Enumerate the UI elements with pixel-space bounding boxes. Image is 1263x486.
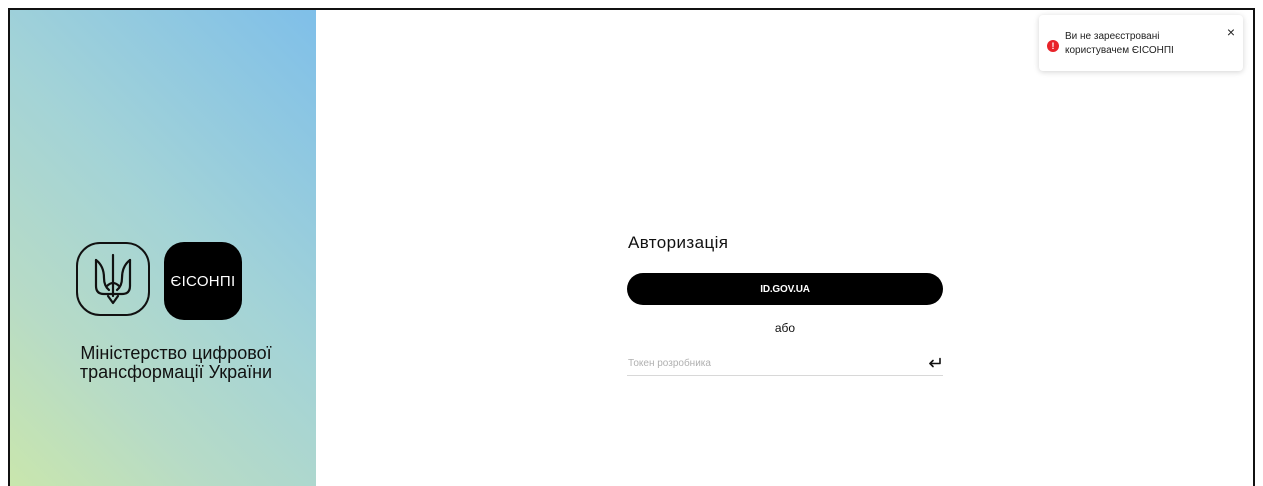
brand-logo-label: ЄІСОНПІ bbox=[170, 272, 236, 290]
page-title: Авторизація bbox=[628, 233, 729, 252]
token-field-row bbox=[627, 351, 943, 376]
error-toast: ! Ви не зареєстровані користувачем ЄІСОН… bbox=[1039, 15, 1243, 71]
close-icon[interactable]: × bbox=[1227, 25, 1235, 39]
app-window: ЄІСОНПІ Міністерство цифрової трансформа… bbox=[8, 8, 1255, 486]
ministry-name: Міністерство цифрової трансформації Укра… bbox=[79, 343, 273, 382]
logo-group: ЄІСОНПІ bbox=[76, 242, 242, 320]
auth-form: Авторизація ID.GOV.UA або bbox=[627, 233, 943, 376]
tryzub-icon bbox=[76, 242, 150, 316]
idgov-login-button-label: ID.GOV.UA bbox=[760, 283, 810, 295]
idgov-login-button[interactable]: ID.GOV.UA bbox=[627, 273, 943, 305]
brand-logo: ЄІСОНПІ bbox=[164, 242, 242, 320]
or-separator: або bbox=[774, 321, 796, 335]
error-icon: ! bbox=[1047, 40, 1059, 52]
main-content: Авторизація ID.GOV.UA або ! Ви bbox=[316, 10, 1253, 486]
enter-arrow-icon[interactable] bbox=[927, 355, 943, 371]
developer-token-input[interactable] bbox=[627, 357, 927, 369]
sidebar-panel: ЄІСОНПІ Міністерство цифрової трансформа… bbox=[10, 10, 316, 486]
toast-message: Ви не зареєстровані користувачем ЄІСОНПІ bbox=[1065, 31, 1174, 56]
